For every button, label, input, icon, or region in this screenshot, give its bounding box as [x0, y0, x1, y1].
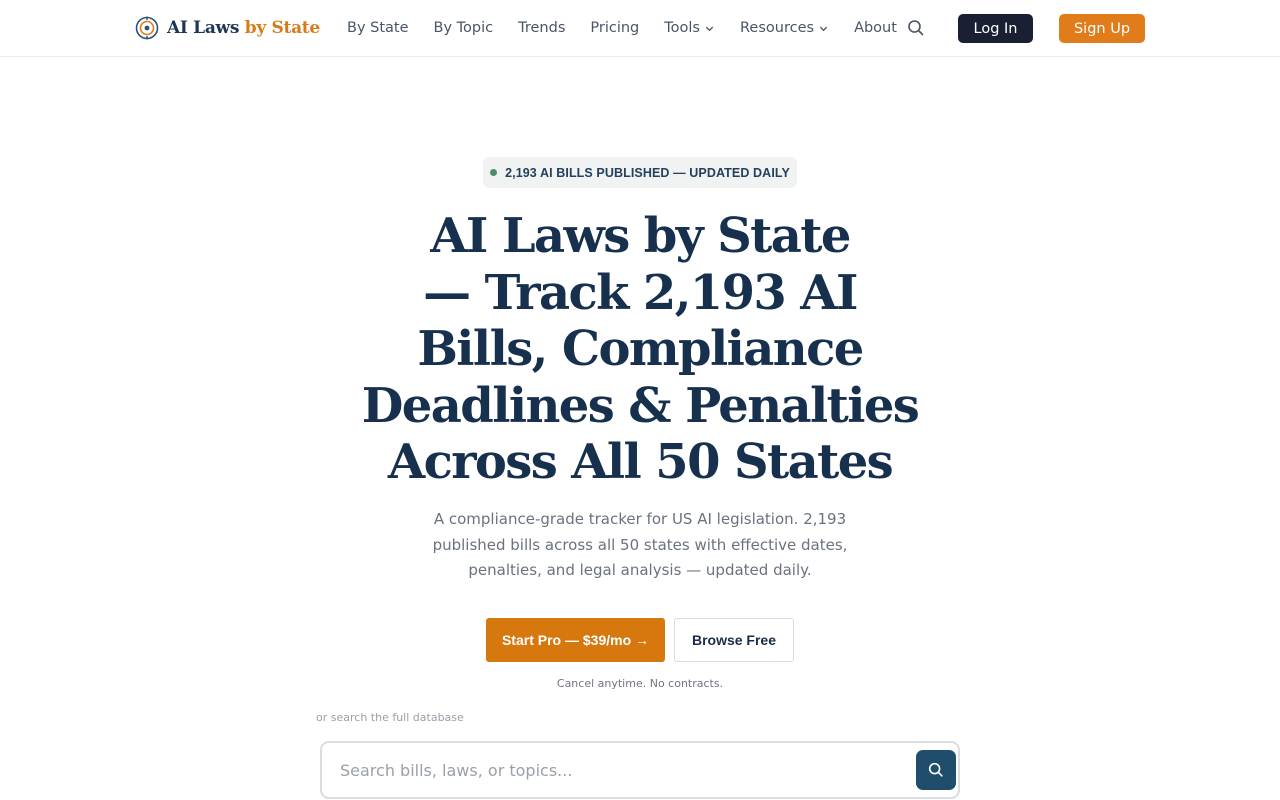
cta-note: Cancel anytime. No contracts. [556, 677, 724, 690]
logo-text-accent: by State [244, 18, 320, 38]
hero-subtitle: A compliance-grade tracker for US AI leg… [432, 510, 848, 579]
main-nav: By State By Topic Trends Pricing Tools R… [347, 17, 897, 39]
start-pro-button[interactable]: Start Pro — $39/mo → [486, 618, 665, 662]
nav-resources-dropdown[interactable]: Resources [740, 20, 829, 36]
hero-title-line: Across All 50 States [387, 434, 894, 490]
nav-about-label: About [854, 20, 897, 36]
nav-by-topic-label: By Topic [433, 20, 494, 36]
nav-by-topic[interactable]: By Topic [434, 20, 494, 36]
nav-pricing[interactable]: Pricing [590, 20, 639, 36]
hero-title-line: — Track 2,193 AI [423, 264, 858, 321]
nav-resources-label: Resources [740, 20, 815, 36]
search-icon [928, 762, 943, 777]
badge-text: 2,193 AI BILLS PUBLISHED — UPDATED DAILY [505, 165, 790, 180]
target-scale-icon [135, 16, 159, 40]
nav-tools-label: Tools [664, 20, 700, 36]
logo-text: AI Laws by State [167, 18, 320, 38]
logo-text-primary: AI Laws [167, 18, 240, 38]
hero-title-line: Deadlines & Penalties [361, 377, 920, 434]
nav-about[interactable]: About [854, 20, 897, 36]
site-header: AI Laws by State By State By Topic Trend… [0, 0, 1280, 57]
nav-tools-dropdown[interactable]: Tools [664, 20, 715, 36]
login-button[interactable]: Log In [958, 14, 1033, 43]
status-dot [490, 169, 498, 176]
site-logo[interactable]: AI Laws by State [135, 15, 320, 41]
hero-title-line: AI Laws by State [430, 208, 851, 264]
search-icon [908, 20, 924, 36]
search-database-label: or search the full database [316, 711, 464, 724]
hero-title: AI Laws by State — Track 2,193 AI Bills,… [340, 208, 940, 491]
hero-title-line: Bills, Compliance [417, 321, 864, 377]
bills-count-badge: 2,193 AI BILLS PUBLISHED — UPDATED DAILY [483, 157, 797, 188]
search-submit-button[interactable] [916, 750, 956, 790]
search-input[interactable] [340, 743, 910, 797]
signup-button[interactable]: Sign Up [1059, 14, 1145, 43]
nav-trends[interactable]: Trends [518, 20, 565, 36]
nav-pricing-label: Pricing [590, 20, 640, 36]
header-search-button[interactable] [906, 18, 926, 38]
nav-by-state[interactable]: By State [347, 20, 409, 36]
browse-free-button[interactable]: Browse Free [674, 618, 794, 662]
nav-by-state-label: By State [347, 20, 409, 36]
nav-trends-label: Trends [518, 20, 566, 36]
database-search-box [320, 741, 960, 799]
chevron-down-icon [705, 26, 714, 31]
chevron-down-icon [819, 26, 828, 31]
